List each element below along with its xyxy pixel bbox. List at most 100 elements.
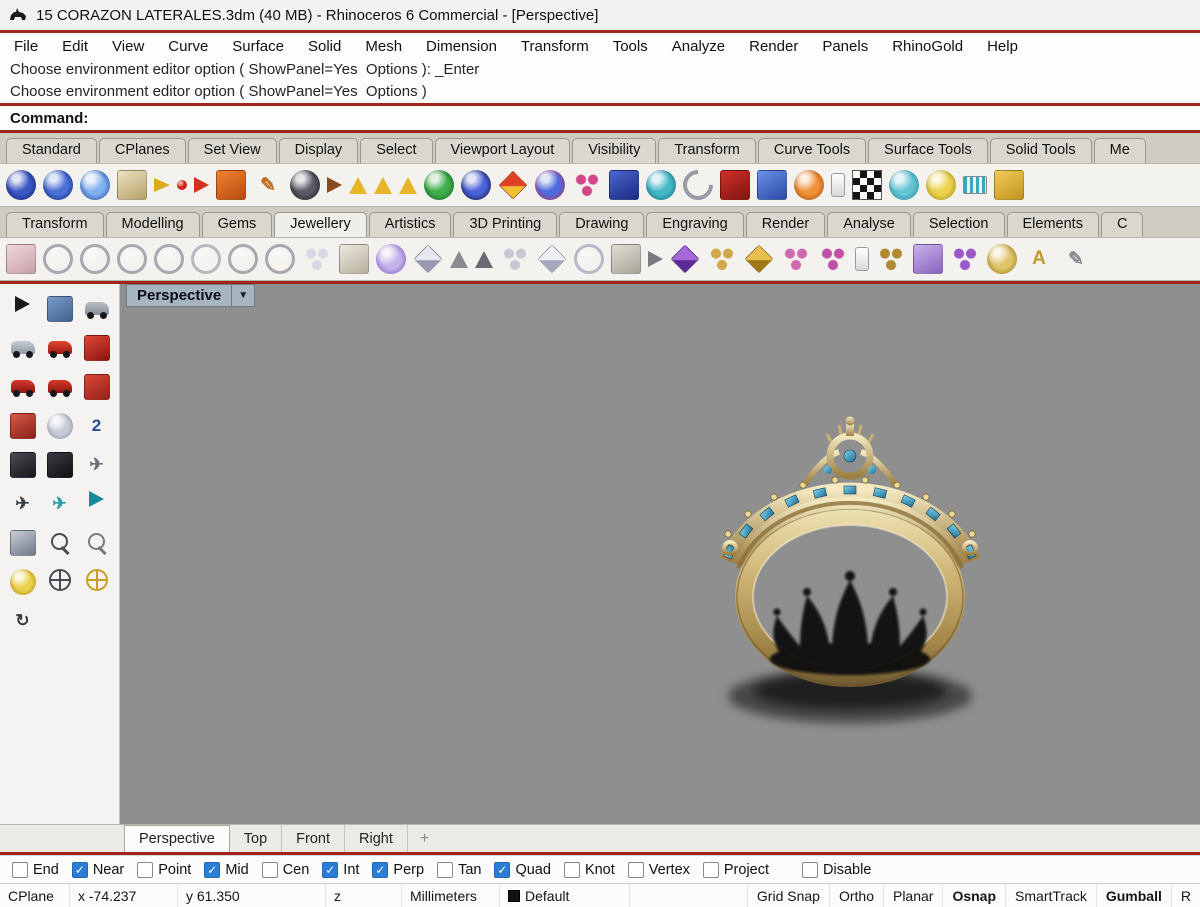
folder-icon[interactable] [994, 170, 1024, 200]
vptab-front[interactable]: Front [282, 825, 345, 852]
line-pencil-icon[interactable]: ✎ [253, 170, 283, 200]
osnap-near[interactable]: Near [71, 861, 124, 878]
select-pointer-icon[interactable] [15, 296, 30, 312]
flag-icon[interactable] [154, 178, 170, 192]
bulb-magnifier-icon[interactable] [926, 170, 956, 200]
osnap-end[interactable]: End [12, 861, 59, 878]
blue-cube-icon[interactable] [609, 170, 639, 200]
tab-transform[interactable]: Transform [658, 138, 756, 163]
status-osnap[interactable]: Osnap [942, 884, 1005, 907]
ring-wizard-icon[interactable] [43, 244, 73, 274]
channel-icon[interactable] [913, 244, 943, 274]
osnap-disable[interactable]: Disable [802, 861, 871, 878]
tab-clipped[interactable]: Me [1093, 138, 1146, 163]
osnap-mid[interactable]: Mid [204, 861, 249, 878]
balloon-icon[interactable] [46, 413, 73, 439]
car-side-icon[interactable] [47, 380, 72, 397]
glossy-sphere-icon[interactable] [80, 170, 110, 200]
gold-bead-icon[interactable] [987, 244, 1017, 274]
layer-button[interactable]: Default [500, 884, 630, 907]
teal-ellipse-icon[interactable] [889, 170, 919, 200]
sphere-box-icon[interactable] [757, 170, 787, 200]
arrow-tool-icon[interactable] [648, 251, 663, 267]
zoom-icon[interactable] [47, 530, 73, 556]
chair-icon[interactable] [46, 452, 73, 478]
menu-item[interactable]: Edit [62, 38, 88, 55]
bed-icon[interactable] [9, 413, 36, 439]
purple-pave-icon[interactable] [950, 244, 980, 274]
osnap-vertex[interactable]: Vertex [627, 861, 690, 878]
perspective-viewport-canvas[interactable]: Perspective ▼ [120, 284, 1200, 824]
tab-gold-drawing[interactable]: Drawing [559, 212, 645, 237]
sofa-icon[interactable] [83, 374, 110, 400]
ring-eternity-icon[interactable] [154, 244, 184, 274]
osnap-project[interactable]: Project [702, 861, 769, 878]
letter-a-icon[interactable]: A [1024, 244, 1054, 274]
purple-gem-icon[interactable] [670, 244, 700, 274]
tab-viewport-layout[interactable]: Viewport Layout [434, 138, 571, 163]
rendered-sphere-icon[interactable] [43, 170, 73, 200]
battery-icon[interactable] [83, 335, 110, 361]
tab-display[interactable]: Display [278, 138, 359, 163]
tab-gold-jewellery[interactable]: Jewellery [274, 212, 367, 237]
sparkle-icon[interactable] [572, 170, 602, 200]
car-small-icon[interactable] [10, 380, 35, 397]
zoom-selected-icon[interactable] [9, 569, 36, 595]
status-planar[interactable]: Planar [882, 884, 942, 907]
tab-gold-render[interactable]: Render [745, 212, 826, 237]
tab-select[interactable]: Select [360, 138, 433, 163]
move-view-icon[interactable] [46, 296, 73, 322]
menu-item[interactable]: Dimension [426, 38, 497, 55]
checkbox[interactable] [204, 861, 221, 878]
status-clipped[interactable]: R [1170, 884, 1200, 907]
menu-item[interactable]: File [14, 38, 38, 55]
two-d-view-icon[interactable]: 2 [84, 413, 110, 439]
tab-surface-tools[interactable]: Surface Tools [868, 138, 988, 163]
ring-signet-icon[interactable] [228, 244, 258, 274]
gold-cluster-icon[interactable] [876, 244, 906, 274]
osnap-tan[interactable]: Tan [437, 861, 481, 878]
status-gumball[interactable]: Gumball [1095, 884, 1171, 907]
airbrush-icon[interactable] [831, 173, 845, 197]
comb-icon[interactable] [963, 176, 987, 194]
vptab-right[interactable]: Right [345, 825, 408, 852]
vptab-top[interactable]: Top [230, 825, 283, 852]
orbit-sphere-icon[interactable] [290, 170, 320, 200]
red-toolbox-icon[interactable] [720, 170, 750, 200]
cone-analysis3-icon[interactable] [399, 176, 417, 194]
purple-dome-icon[interactable] [376, 244, 406, 274]
viewport-title-menu[interactable]: Perspective ▼ [126, 284, 256, 307]
checkbox[interactable] [12, 861, 28, 878]
tab-gold-analyse[interactable]: Analyse [827, 212, 911, 237]
globe-pair-icon[interactable] [535, 170, 565, 200]
checkbox[interactable] [372, 861, 389, 878]
osnap-knot[interactable]: Knot [563, 861, 615, 878]
gem-ring-icon[interactable] [574, 244, 604, 274]
checkbox[interactable] [437, 861, 454, 878]
tab-solid-tools[interactable]: Solid Tools [989, 138, 1092, 163]
tab-gold-clipped[interactable]: C [1100, 212, 1144, 237]
tab-gold-3d-printing[interactable]: 3D Printing [453, 212, 558, 237]
signet-top-icon[interactable] [339, 244, 369, 274]
gem-white-icon[interactable] [537, 244, 567, 274]
pink-cluster-icon[interactable] [781, 244, 811, 274]
checkbox[interactable] [563, 861, 580, 878]
bezel-icon[interactable] [611, 244, 641, 274]
tab-set-view[interactable]: Set View [187, 138, 277, 163]
layer-stack-icon[interactable] [117, 170, 147, 200]
tab-curve-tools[interactable]: Curve Tools [757, 138, 867, 163]
ring-size-icon[interactable] [6, 244, 36, 274]
status-ortho[interactable]: Ortho [828, 884, 883, 907]
plane-gray-icon[interactable]: ✈ [84, 452, 110, 478]
gold-gem-icon[interactable] [744, 244, 774, 274]
pave-gold-icon[interactable] [707, 244, 737, 274]
menu-item[interactable]: Tools [613, 38, 648, 55]
vptab-perspective[interactable]: Perspective [124, 825, 230, 852]
pave-icon[interactable] [500, 244, 530, 274]
tab-gold-elements[interactable]: Elements [1006, 212, 1099, 237]
osnap-quad[interactable]: Quad [494, 861, 551, 878]
checkbox[interactable] [494, 861, 511, 878]
curve-arrow-icon[interactable] [327, 177, 342, 193]
ring-engagement-icon[interactable] [265, 244, 295, 274]
tab-cplanes[interactable]: CPlanes [98, 138, 186, 163]
